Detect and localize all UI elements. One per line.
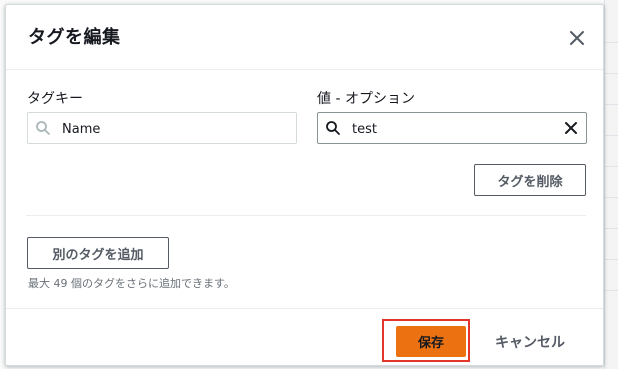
background-row-divider bbox=[604, 197, 618, 198]
tag-value-input[interactable] bbox=[350, 117, 542, 141]
background-row-divider bbox=[604, 228, 618, 229]
search-icon bbox=[36, 121, 50, 135]
background-row-divider bbox=[604, 259, 618, 260]
clear-icon bbox=[565, 122, 577, 134]
search-icon bbox=[326, 121, 340, 135]
background-table-edge bbox=[604, 0, 618, 369]
edit-tags-dialog: タグを編集 タグキー 値 - オプション タグを削除 別のタグを追加 最大 bbox=[5, 4, 604, 366]
tag-key-input[interactable] bbox=[60, 117, 252, 141]
background-row-divider bbox=[604, 42, 618, 43]
save-button[interactable]: 保存 bbox=[396, 326, 466, 357]
background-row-divider bbox=[604, 73, 618, 74]
clear-value-button[interactable] bbox=[562, 119, 580, 137]
dialog-header: タグを編集 bbox=[6, 5, 603, 70]
cancel-button[interactable]: キャンセル bbox=[484, 326, 576, 357]
close-icon bbox=[570, 31, 584, 45]
dialog-footer: 保存 キャンセル bbox=[6, 308, 603, 365]
background-row-divider bbox=[604, 290, 618, 291]
tag-key-label: タグキー bbox=[27, 91, 83, 107]
dialog-title: タグを編集 bbox=[28, 27, 121, 48]
background-row-divider bbox=[604, 166, 618, 167]
add-tag-button[interactable]: 別のタグを追加 bbox=[27, 237, 169, 269]
tag-value-label: 値 - オプション bbox=[317, 91, 415, 107]
close-button[interactable] bbox=[564, 25, 590, 51]
background-row-divider bbox=[604, 135, 618, 136]
tag-value-field[interactable] bbox=[317, 112, 587, 144]
background-row-divider bbox=[604, 104, 618, 105]
remove-tag-button[interactable]: タグを削除 bbox=[474, 164, 586, 196]
tag-key-field[interactable] bbox=[27, 112, 297, 144]
section-divider bbox=[26, 215, 586, 216]
tag-limit-hint: 最大 49 個のタグをさらに追加できます。 bbox=[28, 277, 235, 290]
